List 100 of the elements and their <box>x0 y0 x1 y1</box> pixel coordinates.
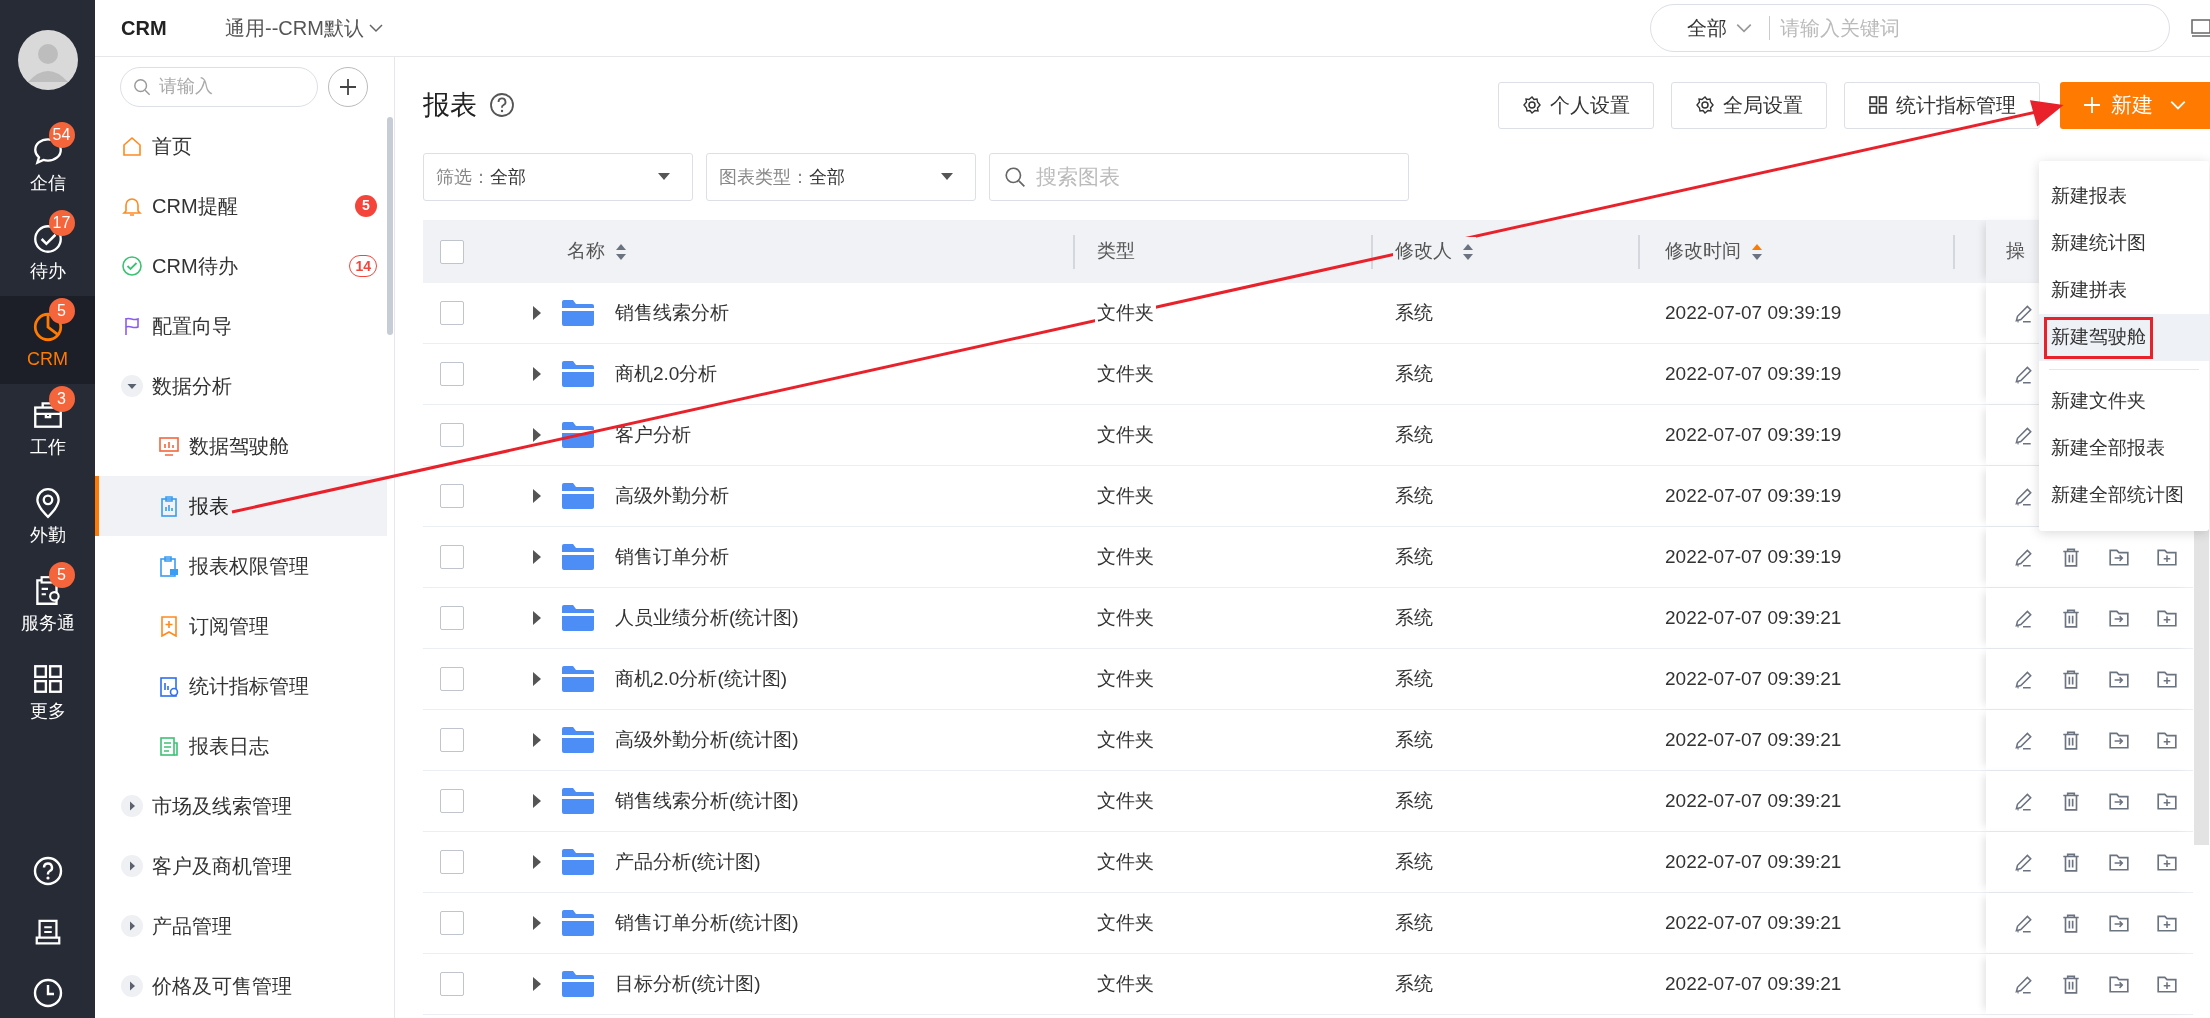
menu-item[interactable]: 新建文件夹 <box>2039 378 2209 425</box>
rail-item[interactable]: 54 企信 <box>0 120 95 208</box>
trash-icon[interactable] <box>2060 729 2082 751</box>
edit-icon[interactable] <box>2012 668 2034 690</box>
expand-caret-icon[interactable] <box>121 855 143 877</box>
trash-icon[interactable] <box>2060 607 2082 629</box>
expand-caret-icon[interactable] <box>531 611 543 625</box>
sidebar-item[interactable]: 首页 <box>95 116 387 176</box>
row-checkbox[interactable] <box>440 911 464 935</box>
filter-dropdown[interactable]: 筛选：全部 <box>423 153 693 201</box>
sort-icon[interactable] <box>1462 242 1474 261</box>
expand-caret-icon[interactable] <box>531 977 543 991</box>
view-selector[interactable]: 通用--CRM默认 <box>225 13 384 43</box>
trash-icon[interactable] <box>2060 973 2082 995</box>
help-icon[interactable] <box>31 855 64 887</box>
edit-icon[interactable] <box>2012 851 2034 873</box>
menu-item[interactable]: 新建全部报表 <box>2039 425 2209 472</box>
toolbar-button[interactable]: 全局设置 <box>1671 81 1827 129</box>
expand-caret-icon[interactable] <box>121 915 143 937</box>
row-checkbox[interactable] <box>440 789 464 813</box>
trash-icon[interactable] <box>2060 668 2082 690</box>
expand-caret-icon[interactable] <box>121 975 143 997</box>
expand-caret-icon[interactable] <box>531 550 543 564</box>
rail-item[interactable]: 外勤 <box>0 472 95 560</box>
edit-icon[interactable] <box>2012 302 2034 324</box>
expand-caret-icon[interactable] <box>531 489 543 503</box>
sidebar-item[interactable]: 市场及线索管理 <box>95 776 387 836</box>
edit-icon[interactable] <box>2012 912 2034 934</box>
expand-caret-icon[interactable] <box>531 733 543 747</box>
edit-icon[interactable] <box>2012 546 2034 568</box>
row-checkbox[interactable] <box>440 667 464 691</box>
menu-item[interactable]: 新建全部统计图 <box>2039 472 2209 519</box>
menu-item[interactable]: 新建报表 <box>2039 173 2209 220</box>
trash-icon[interactable] <box>2060 546 2082 568</box>
toolbar-button[interactable]: 个人设置 <box>1498 81 1654 129</box>
rail-item[interactable]: 17 待办 <box>0 208 95 296</box>
expand-caret-icon[interactable] <box>531 794 543 808</box>
edit-icon[interactable] <box>2012 485 2034 507</box>
edit-icon[interactable] <box>2012 363 2034 385</box>
clock-icon[interactable] <box>31 977 64 1009</box>
sidebar-search-input[interactable]: 请输入 <box>159 73 299 100</box>
sidebar-item[interactable]: 配置向导 <box>95 296 387 356</box>
sidebar-item[interactable]: 数据分析 <box>95 356 387 416</box>
sidebar-item[interactable]: 数据驾驶舱 <box>95 416 387 476</box>
rail-item[interactable]: 5 CRM <box>0 296 95 384</box>
expand-caret-icon[interactable] <box>531 306 543 320</box>
expand-caret-icon[interactable] <box>531 672 543 686</box>
scope-dropdown[interactable]: 全部 <box>1651 13 1769 43</box>
edit-icon[interactable] <box>2012 607 2034 629</box>
edit-icon[interactable] <box>2012 973 2034 995</box>
monitor-icon[interactable] <box>2190 18 2210 38</box>
menu-item[interactable]: 新建驾驶舱 <box>2039 314 2209 361</box>
rail-item[interactable]: 3 工作 <box>0 384 95 472</box>
sidebar-item[interactable]: 报表权限管理 <box>95 536 387 596</box>
sidebar-item[interactable]: 订阅管理 <box>95 596 387 656</box>
trash-icon[interactable] <box>2060 912 2082 934</box>
trash-icon[interactable] <box>2060 851 2082 873</box>
trash-icon[interactable] <box>2060 790 2082 812</box>
collapse-caret-icon[interactable] <box>121 375 143 397</box>
sidebar-item[interactable]: 客户及商机管理 <box>95 836 387 896</box>
chart-search-field[interactable]: 搜索图表 <box>1036 161 1394 193</box>
row-checkbox[interactable] <box>440 545 464 569</box>
chart-search-box[interactable]: 搜索图表 <box>989 153 1409 201</box>
edit-icon[interactable] <box>2012 729 2034 751</box>
sidebar-item[interactable]: 报表 <box>95 476 387 536</box>
row-checkbox[interactable] <box>440 362 464 386</box>
avatar[interactable] <box>17 30 78 90</box>
select-all-checkbox[interactable] <box>440 239 464 264</box>
row-checkbox[interactable] <box>440 972 464 996</box>
row-checkbox[interactable] <box>440 850 464 874</box>
menu-item[interactable]: 新建拼表 <box>2039 267 2209 314</box>
menu-item[interactable]: 新建统计图 <box>2039 220 2209 267</box>
sort-icon[interactable] <box>615 242 627 261</box>
expand-caret-icon[interactable] <box>531 428 543 442</box>
sidebar-item[interactable]: 产品管理 <box>95 896 387 956</box>
row-checkbox[interactable] <box>440 423 464 447</box>
edit-icon[interactable] <box>2012 424 2034 446</box>
rail-item[interactable]: 更多 <box>0 648 95 736</box>
scrollbar-thumb[interactable] <box>387 117 393 335</box>
sidebar-item[interactable]: CRM待办 14 <box>95 236 387 296</box>
sidebar-item[interactable]: 价格及可售管理 <box>95 956 387 1016</box>
expand-caret-icon[interactable] <box>531 855 543 869</box>
filter-dropdown[interactable]: 图表类型：全部 <box>706 153 976 201</box>
column-header[interactable]: 操 <box>2004 237 2027 266</box>
expand-caret-icon[interactable] <box>531 367 543 381</box>
help-icon[interactable] <box>489 92 515 118</box>
sidebar-item[interactable]: CRM提醒 5 <box>95 176 387 236</box>
toolbar-button[interactable]: 统计指标管理 <box>1844 81 2040 129</box>
edit-icon[interactable] <box>2012 790 2034 812</box>
column-header[interactable]: 类型 <box>1095 237 1137 266</box>
expand-caret-icon[interactable] <box>121 795 143 817</box>
row-checkbox[interactable] <box>440 301 464 325</box>
sidebar-item[interactable]: 统计指标管理 <box>95 656 387 716</box>
row-checkbox[interactable] <box>440 728 464 752</box>
row-checkbox[interactable] <box>440 606 464 630</box>
sort-icon[interactable] <box>1751 242 1763 261</box>
rail-item[interactable]: 5 服务通 <box>0 560 95 648</box>
row-checkbox[interactable] <box>440 484 464 508</box>
sidebar-item[interactable]: 报表日志 <box>95 716 387 776</box>
expand-caret-icon[interactable] <box>531 916 543 930</box>
